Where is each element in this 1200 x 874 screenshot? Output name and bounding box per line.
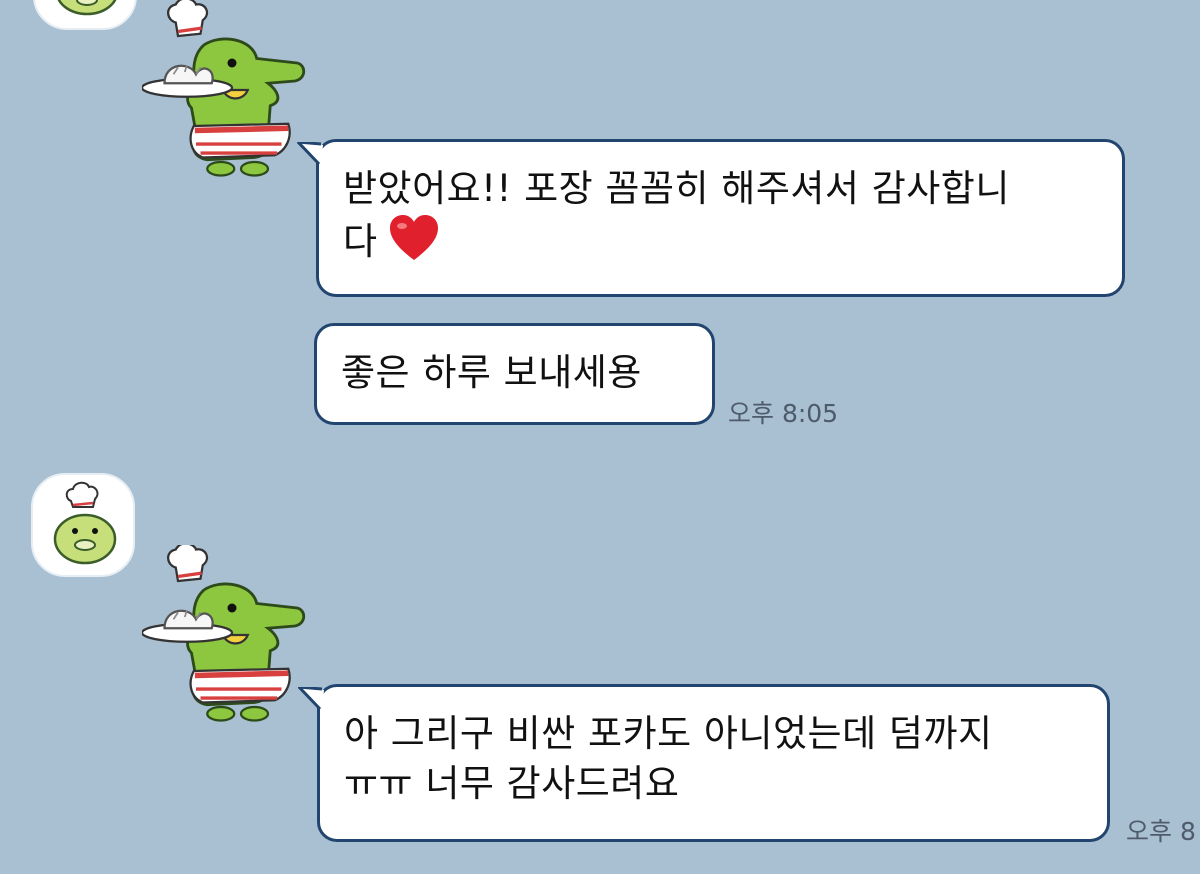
chef-dumpling-sticker [142,0,322,180]
message-text: 받았어요!! 포장 꼼꼼히 해주셔서 감사합니 [343,167,1010,210]
bubble-tail [298,687,324,711]
message-bubble[interactable]: 받았어요!! 포장 꼼꼼히 해주셔서 감사합니 다 [297,139,1125,297]
sender-avatar-top[interactable] [33,0,137,30]
message-text: ㅠㅠ 너무 감사드려요 [344,762,680,805]
message-text-line2: 다 [343,214,1098,275]
message-bubble[interactable]: 좋은 하루 보내세용 [314,323,715,425]
message-bubble[interactable]: 아 그리구 비싼 포카도 아니었는데 덤까지 ㅠㅠ 너무 감사드려요 [298,684,1110,842]
message-text: 아 그리구 비싼 포카도 아니었는데 덤까지 [344,712,993,755]
message-timestamp: 오후 8:05 [728,399,839,428]
chef-dumpling-avatar-icon [53,481,117,565]
message-text: 다 [343,220,378,263]
bubble-tail [297,142,323,166]
chef-dumpling-avatar-icon [57,0,117,16]
sender-avatar[interactable] [31,473,135,577]
message-timestamp: 오후 8 [1126,817,1196,846]
red-heart-emoji [388,214,440,275]
chef-dumpling-sticker [142,545,322,725]
message-text: 좋은 하루 보내세용 [341,351,642,394]
